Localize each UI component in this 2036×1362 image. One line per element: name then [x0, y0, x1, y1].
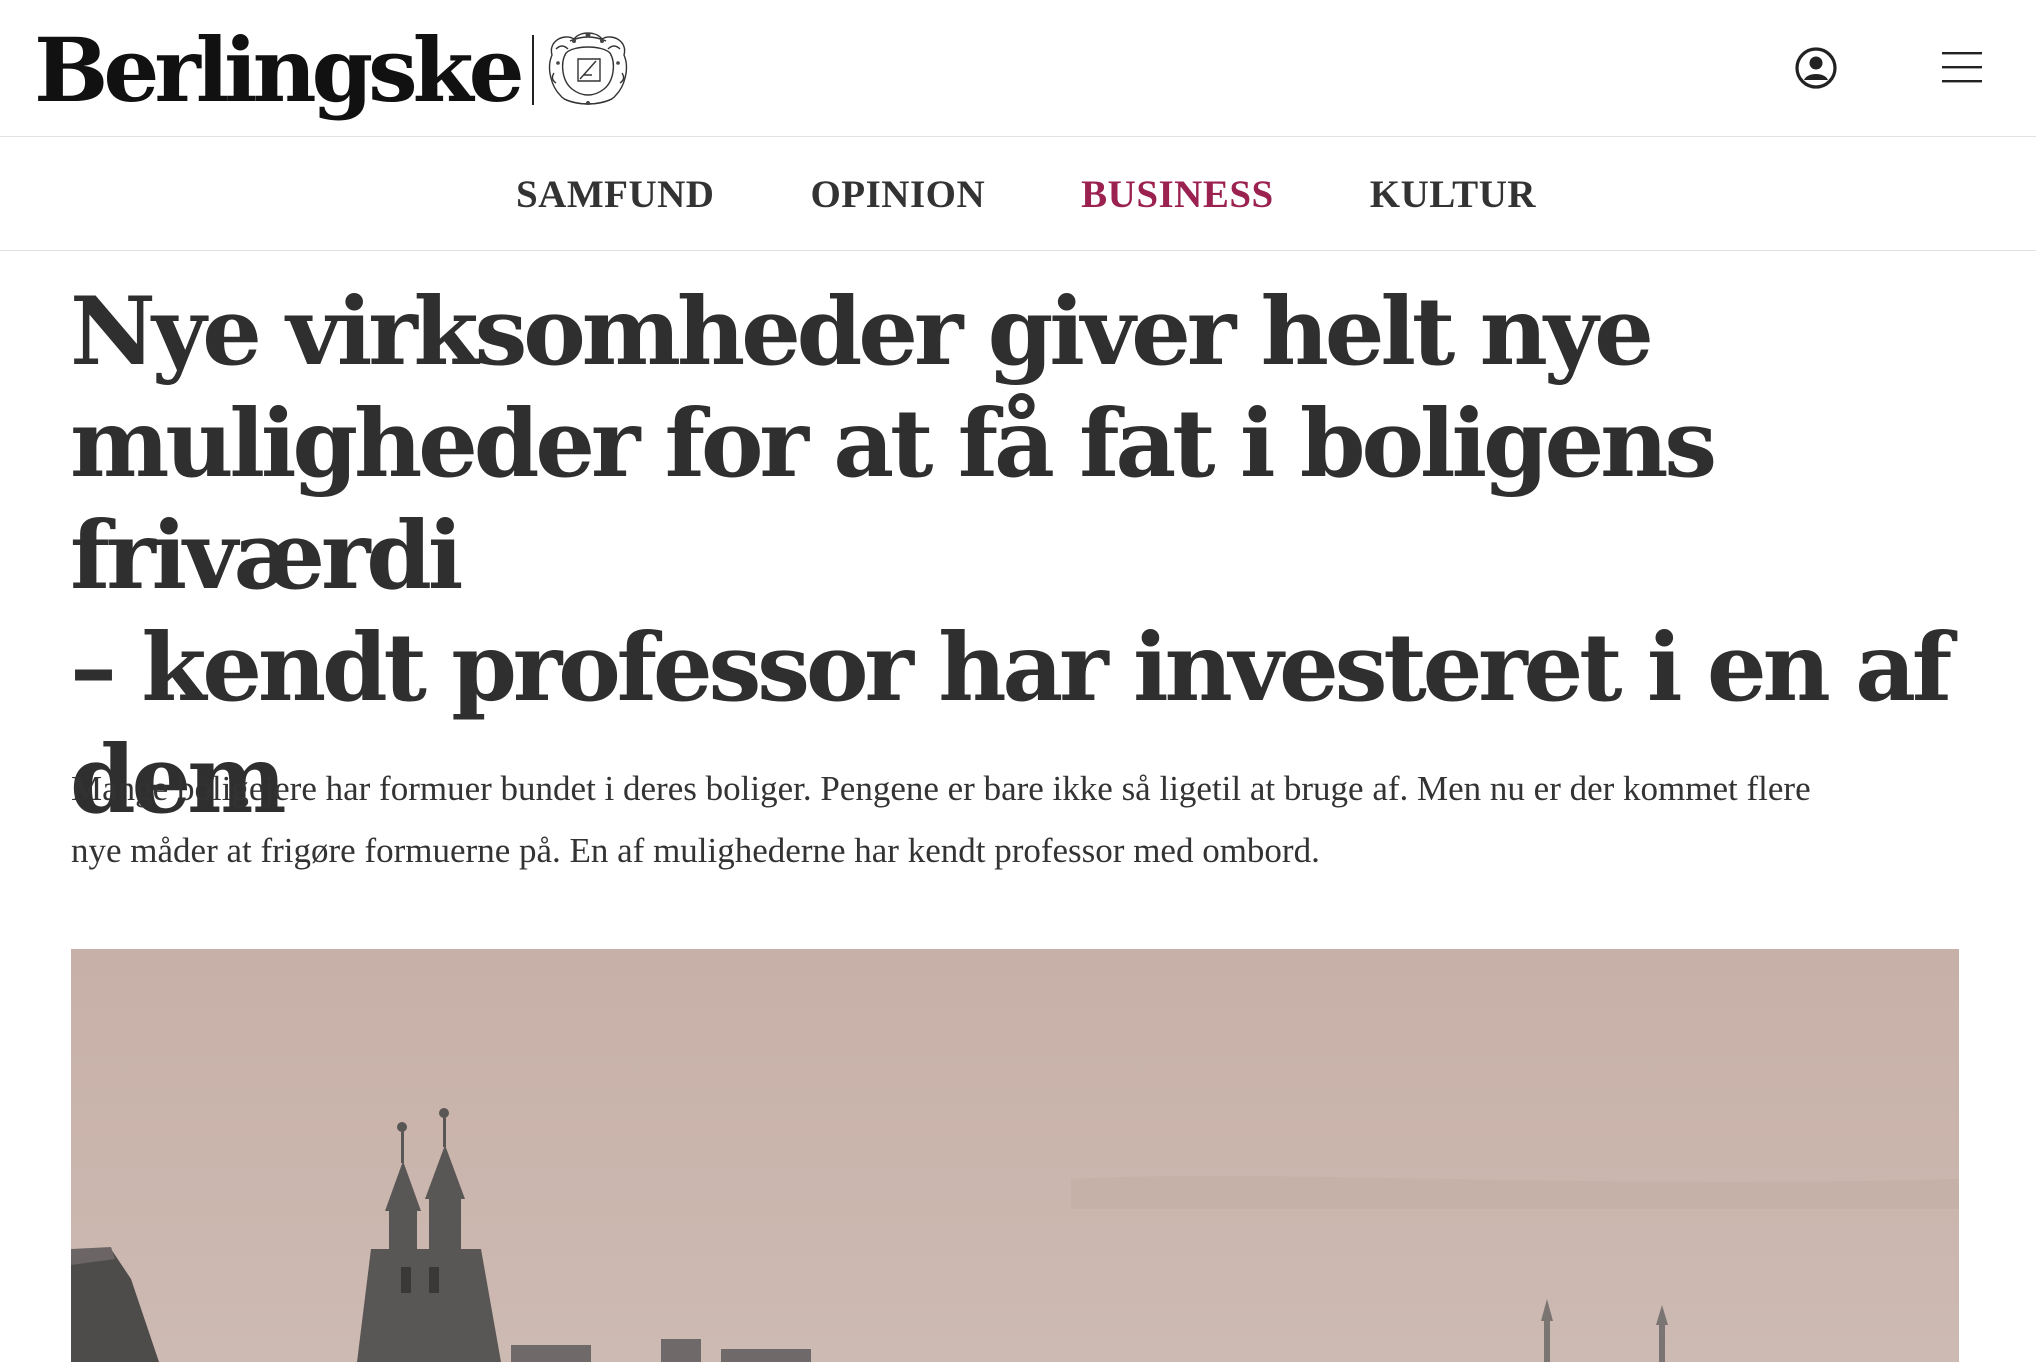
headline-line: – kendt professor har investeret i en af [70, 613, 1952, 723]
section-nav: SAMFUND OPINION BUSINESS KULTUR [0, 138, 2036, 251]
site-logo-link[interactable]: Berlingske [34, 20, 632, 120]
site-header: Berlingske [0, 0, 2036, 137]
skyline-photo [71, 949, 1959, 1362]
logo-wordmark: Berlingske [34, 18, 525, 122]
headline-line: Nye virksomheder giver helt nye [70, 277, 1654, 387]
nav-item-kultur[interactable]: KULTUR [1370, 172, 1536, 217]
user-account-button[interactable] [1794, 46, 1838, 90]
nav-item-samfund[interactable]: SAMFUND [516, 172, 714, 217]
nav-item-business[interactable]: BUSINESS [1081, 172, 1274, 217]
article-headline: Nye virksomheder giver helt nye mulighed… [70, 276, 1990, 836]
hamburger-menu-button[interactable] [1940, 48, 1984, 86]
logo-divider [531, 35, 534, 105]
article-lead: Mange boligejere har formuer bundet i de… [71, 758, 1971, 882]
nav-item-opinion[interactable]: OPINION [810, 172, 985, 217]
article-hero-image [71, 949, 1959, 1362]
lead-line: nye måder at frigøre formuerne på. En af… [71, 831, 1320, 870]
user-circle-icon [1795, 47, 1837, 89]
hamburger-menu-icon [1942, 52, 1982, 83]
headline-line: muligheder for at få fat i boligens friv… [70, 389, 1717, 611]
crest-seal-icon [548, 32, 627, 105]
lead-line: Mange boligejere har formuer bundet i de… [71, 769, 1811, 808]
